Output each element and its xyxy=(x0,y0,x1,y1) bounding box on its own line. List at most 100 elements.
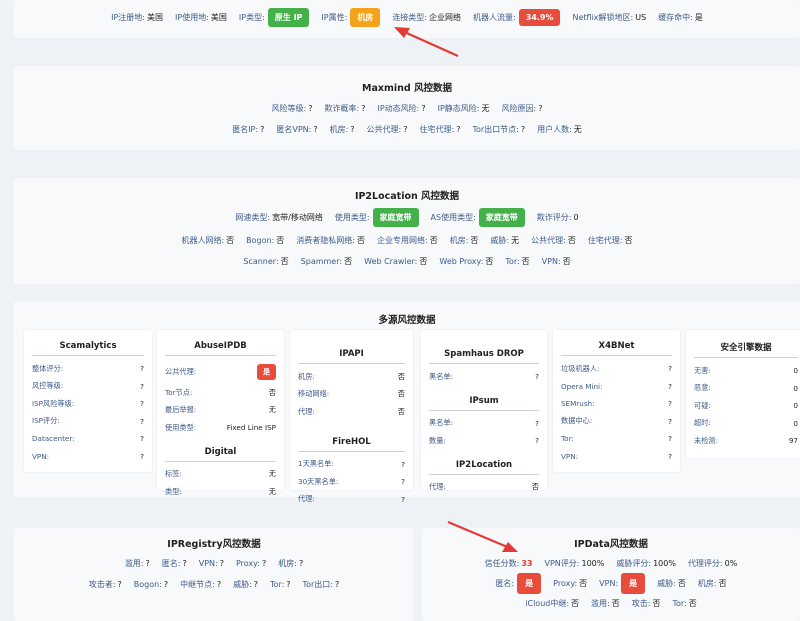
field-field-3: 企业专用网络: 否 xyxy=(377,235,438,246)
field-label: Tor出口: xyxy=(302,580,333,589)
card-row-value: 无 xyxy=(268,405,276,415)
card-row-label: 恶意: xyxy=(694,383,711,393)
field-web-crawler-2: Web Crawler: 否 xyxy=(364,256,427,267)
field-field-1: 使用类型: 家庭宽带 xyxy=(335,208,419,227)
card-divider xyxy=(429,409,539,411)
field-value: ? xyxy=(334,580,340,589)
card-row-value: ? xyxy=(668,451,672,461)
field-label: IP属性: xyxy=(321,12,348,22)
spamhaus-card: Spamhaus DROP 黑名单:? IPsum 黑名单:? 数量:? IP2Loc… xyxy=(421,330,547,491)
field-field-5: 威胁: 无 xyxy=(490,235,519,246)
card-row: 风控等级:? xyxy=(32,378,144,396)
field-value: 否 xyxy=(226,236,235,245)
card-row: 代理: 否 xyxy=(429,479,539,497)
ip2location-title: IP2Location 风控数据 xyxy=(354,191,460,202)
card-section: IPsum 黑名单:? 数量:? xyxy=(429,390,539,450)
card-row: 整体评分:? xyxy=(32,360,144,378)
card-section: AbuseIPDB 公共代理: 是 Tor节点: 否最后举报: 无使用类型: Fixed L… xyxy=(165,335,276,437)
card-row: 使用类型: Fixed Line ISP xyxy=(165,419,276,437)
field-field-7: 住宅代理: 否 xyxy=(588,235,633,246)
card-section: IP2Location 代理: 否 xyxy=(429,454,539,497)
ipdata-row-3: iCloud中继: 否滥用: 否攻击: 否 Tor: 否 xyxy=(422,598,800,609)
card-row: 标签: 无 xyxy=(165,466,276,484)
ipdata-row-1: 信任分数: 33 VPN评分: 100% 威胁评分: 100% 代理评分: 0% xyxy=(422,558,800,569)
field-value: ? xyxy=(163,580,169,589)
field-field-3: 代理评分: 0% xyxy=(688,558,737,569)
card-row: 30天黑名单:? xyxy=(298,473,405,491)
field-ip-2: IP动态风险:? xyxy=(377,103,425,114)
card-row-value: ? xyxy=(140,381,144,391)
field-label: 风险等级: xyxy=(271,104,307,113)
field-value: 否 xyxy=(419,257,428,266)
field-value: 0 xyxy=(573,213,579,222)
ip-summary-row: IP注册地: 美国 IP使用地: 美国 IP类型: 原生 IP IP属性: 机房 连接类型: 企业… xyxy=(14,0,800,34)
field-field-2: 机房:? xyxy=(330,124,355,135)
field-label: 风险原因: xyxy=(501,104,537,113)
card-divider xyxy=(694,357,798,358)
field-label: 威胁评分: xyxy=(616,559,652,568)
field-label: 机房: xyxy=(278,559,297,568)
x4bnet-card: X4BNet 垃圾机器人:? Opera Mini:? SEMrush:? 数据中心:?… xyxy=(553,330,680,472)
field-label: 住宅代理: xyxy=(587,236,623,245)
card-title: FireHOL xyxy=(332,436,371,447)
field-label: 住宅代理: xyxy=(419,125,455,134)
card-row-value: ? xyxy=(668,381,672,391)
field-field-2: 威胁评分: 100% xyxy=(616,558,676,569)
card-row-label: 机房: xyxy=(298,371,315,381)
card-row: 移动网络: 否 xyxy=(298,386,405,404)
field-label: 威胁: xyxy=(490,236,510,245)
card-row-value: ? xyxy=(140,416,144,426)
card-row-label: SEMrush: xyxy=(561,399,595,409)
field-field-3: 威胁: 否 xyxy=(657,578,686,589)
card-row-label: 代理: xyxy=(298,494,315,504)
field-value: ? xyxy=(216,580,222,589)
card-row-label: 超时: xyxy=(694,418,711,428)
status-badge: 34.9% xyxy=(518,8,561,26)
field-bogon-1: Bogon: 否 xyxy=(246,235,284,246)
field-value: ? xyxy=(298,559,304,568)
card-divider xyxy=(298,450,405,452)
field-field-0: 网速类型: 宽带/移动网络 xyxy=(235,212,322,223)
card-row-value: ? xyxy=(401,459,405,469)
field-label: 企业专用网络: xyxy=(377,236,428,245)
field-field-1: 欺诈概率:? xyxy=(325,103,366,114)
card-row: 公共代理: 是 xyxy=(165,360,276,384)
field-tor-3: Tor: 否 xyxy=(672,598,696,609)
field-value: 美国 xyxy=(147,12,164,22)
field-field-2: 中继节点:? xyxy=(180,579,221,590)
field-ip-2: IP类型: 原生 IP xyxy=(238,7,310,27)
field-label: 机房: xyxy=(329,125,349,134)
field-value: ? xyxy=(219,559,224,568)
abuseipdb-card: AbuseIPDB 公共代理: 是 Tor节点: 否最后举报: 无使用类型: Fixed L… xyxy=(157,330,284,496)
ip-summary-panel: IP注册地: 美国 IP使用地: 美国 IP类型: 原生 IP IP属性: 机房 连接类型: 企业… xyxy=(14,0,800,38)
field-field-3: 欺诈评分: 0 xyxy=(537,212,579,223)
field-label: IP注册地: xyxy=(111,12,146,22)
card-divider xyxy=(561,355,672,356)
field-value: ? xyxy=(182,559,187,568)
field-label: iCloud中继: xyxy=(525,599,570,608)
maxmind-title: Maxmind 风控数据 xyxy=(361,83,453,94)
status-badge: 家庭宽带 xyxy=(372,208,419,227)
field-icloud-0: iCloud中继: 否 xyxy=(525,598,579,609)
field-label: VPN评分: xyxy=(544,559,580,568)
card-row-label: 未检测: xyxy=(694,435,718,445)
field-label: IP类型: xyxy=(238,12,265,22)
card-row: ISP评分:? xyxy=(32,413,144,431)
card-row: 最后举报: 无 xyxy=(165,402,276,420)
field-label: Bogon: xyxy=(246,236,275,245)
field-value: 美国 xyxy=(210,12,227,22)
card-row: SEMrush:? xyxy=(561,395,672,413)
field-label: 攻击者: xyxy=(88,580,116,589)
card-divider xyxy=(429,473,539,475)
card-row-value: ? xyxy=(535,418,539,428)
card-row-label: 黑名单: xyxy=(429,418,453,428)
field-label: Web Crawler: xyxy=(364,257,418,266)
field-field-5: 机器人流量: 34.9% xyxy=(473,8,561,26)
field-label: 匿名IP: xyxy=(232,125,259,134)
field-field-4: 机房: 否 xyxy=(698,578,727,589)
field-label: 威胁: xyxy=(657,579,676,588)
field-label: 中继节点: xyxy=(180,580,215,589)
field-field-2: 攻击: 否 xyxy=(632,598,661,609)
field-label: 消费者隐私网络: xyxy=(296,236,355,245)
card-row: VPN:? xyxy=(561,448,672,466)
